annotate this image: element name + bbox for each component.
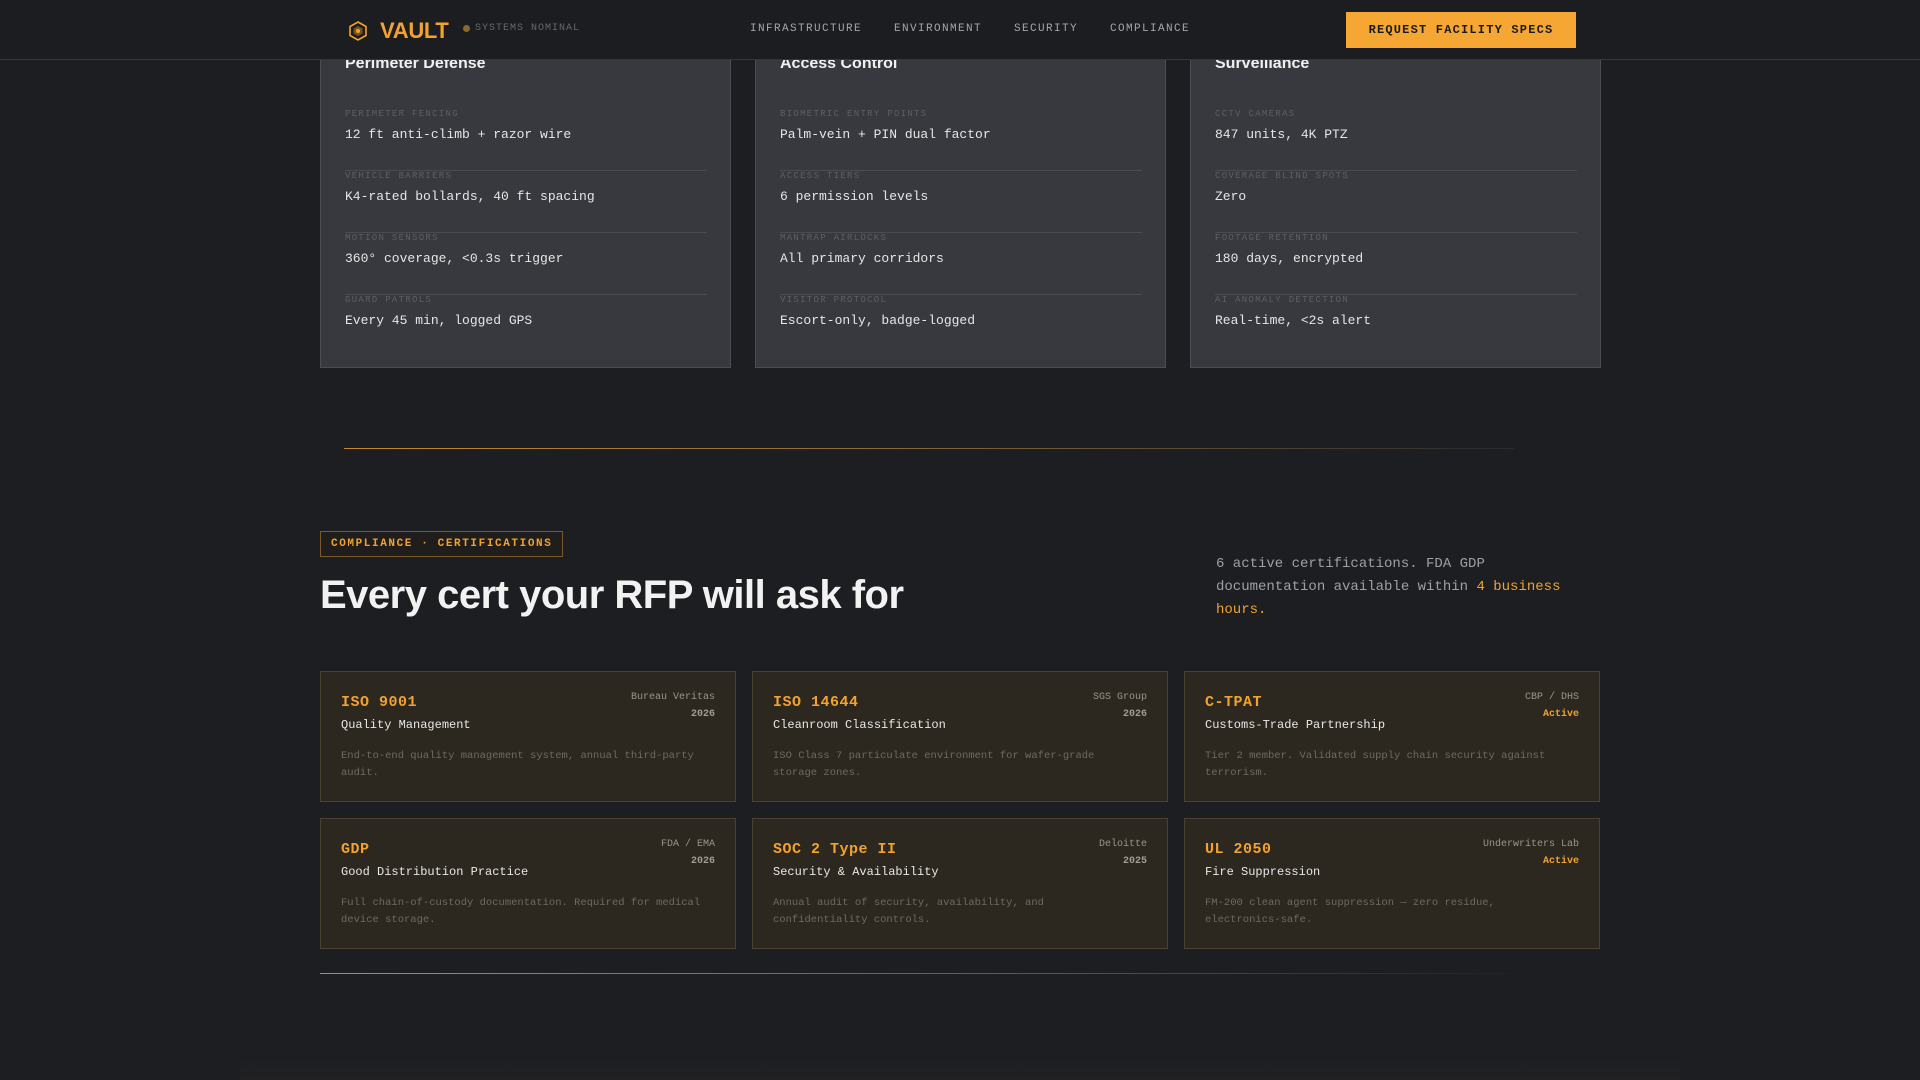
system-status: SYSTEMS NOMINAL [463, 23, 580, 34]
spec-value: 12 ft anti-climb + razor wire [345, 127, 572, 142]
spec-label: PERIMETER FENCING [345, 109, 459, 119]
spec-label: AI ANOMALY DETECTION [1215, 295, 1350, 305]
cert-code: ISO 9001 [341, 694, 418, 711]
next-section-edge [240, 1055, 1680, 1080]
cert-issuer: Bureau Veritas [630, 692, 715, 703]
section-divider [344, 448, 1514, 449]
status-dot-icon [463, 25, 470, 32]
spec-value: All primary corridors [780, 251, 944, 266]
intro-text: 6 active certifications. FDA GDP documen… [1216, 556, 1485, 595]
spec-label: VEHICLE BARRIERS [345, 171, 453, 181]
security-card-access: Access Control BIOMETRIC ENTRY POINTS Pal… [755, 30, 1166, 368]
cert-name: Cleanroom Classification [773, 718, 946, 732]
spec-value: K4-rated bollards, 40 ft spacing [345, 189, 595, 204]
spec-label: CCTV CAMERAS [1215, 109, 1296, 119]
section-tag: COMPLIANCE · CERTIFICATIONS [320, 531, 564, 557]
nav-link-infrastructure[interactable]: INFRASTRUCTURE [750, 23, 862, 35]
cert-card-iso-14644: ISO 14644 Cleanroom Classification SGS G… [752, 671, 1168, 802]
cert-year: 2026 [690, 709, 715, 720]
security-card-surveillance: Surveillance CCTV CAMERAS 847 units, 4K P… [1190, 30, 1601, 368]
section-heading: Every cert your RFP will ask for [320, 573, 904, 617]
spec-label: VISITOR PROTOCOL [780, 295, 888, 305]
spec-value: Zero [1215, 189, 1247, 204]
cert-card-gdp: GDP Good Distribution Practice FDA / EMA… [320, 818, 736, 949]
cert-card-ul-2050: UL 2050 Fire Suppression Underwriters La… [1184, 818, 1600, 949]
spec-value: 360° coverage, <0.3s trigger [345, 251, 564, 266]
cert-issuer: FDA / EMA [660, 839, 715, 850]
cert-code: GDP [341, 841, 370, 858]
cert-card-c-tpat: C-TPAT Customs-Trade Partnership CBP / D… [1184, 671, 1600, 802]
cert-issuer: SGS Group [1092, 692, 1147, 703]
spec-row: PERIMETER FENCING 12 ft anti-climb + razo… [345, 109, 707, 171]
nav-link-environment[interactable]: ENVIRONMENT [894, 23, 982, 35]
section-divider [320, 973, 1520, 974]
spec-label: COVERAGE BLIND SPOTS [1215, 171, 1350, 181]
section-intro: 6 active certifications. FDA GDP documen… [1216, 553, 1576, 622]
cert-name: Customs-Trade Partnership [1205, 718, 1386, 732]
spec-value: Escort-only, badge-logged [780, 313, 976, 328]
cert-name: Good Distribution Practice [341, 865, 529, 879]
spec-label: GUARD PATROLS [345, 295, 433, 305]
spec-row: FOOTAGE RETENTION 180 days, encrypted [1215, 233, 1577, 295]
cert-issuer: Deloitte [1098, 839, 1147, 850]
cert-code: SOC 2 Type II [773, 841, 897, 858]
spec-row: BIOMETRIC ENTRY POINTS Palm-vein + PIN du… [780, 109, 1142, 171]
spec-label: ACCESS TIERS [780, 171, 861, 181]
spec-row: VEHICLE BARRIERS K4-rated bollards, 40 ft… [345, 171, 707, 233]
cert-code: ISO 14644 [773, 694, 859, 711]
cert-code: C-TPAT [1205, 694, 1263, 711]
cert-status: Active [1542, 709, 1579, 720]
cert-description: FM-200 clean agent suppression — zero re… [1205, 897, 1495, 926]
spec-value: Palm-vein + PIN dual factor [780, 127, 991, 142]
spec-row: AI ANOMALY DETECTION Real-time, <2s alert [1215, 295, 1577, 357]
spec-row: CCTV CAMERAS 847 units, 4K PTZ [1215, 109, 1577, 171]
cert-year: 2025 [1122, 856, 1147, 867]
nav-link-security[interactable]: SECURITY [1014, 23, 1078, 35]
brand-name: VAULT [380, 18, 449, 43]
cert-description: Annual audit of security, availability, … [773, 897, 1044, 926]
cert-issuer: Underwriters Lab [1482, 839, 1579, 850]
vault-logo-icon [349, 21, 367, 41]
spec-value: Real-time, <2s alert [1215, 313, 1372, 328]
nav-links: INFRASTRUCTURE ENVIRONMENT SECURITY COMP… [750, 23, 1222, 35]
spec-label: MANTRAP AIRLOCKS [780, 233, 888, 243]
cert-issuer: CBP / DHS [1524, 692, 1579, 703]
cert-name: Fire Suppression [1205, 865, 1321, 879]
spec-label: FOOTAGE RETENTION [1215, 233, 1329, 243]
nav-link-compliance[interactable]: COMPLIANCE [1110, 23, 1190, 35]
request-facility-specs-button[interactable]: REQUEST FACILITY SPECS [1346, 12, 1576, 48]
cert-description: Full chain-of-custody documentation. Req… [341, 897, 701, 926]
spec-label: MOTION SENSORS [345, 233, 439, 243]
spec-row: MANTRAP AIRLOCKS All primary corridors [780, 233, 1142, 295]
spec-value: 847 units, 4K PTZ [1215, 127, 1348, 142]
top-nav: VAULT SYSTEMS NOMINAL INFRASTRUCTURE ENV… [0, 0, 1920, 60]
cert-card-soc-2: SOC 2 Type II Security & Availability De… [752, 818, 1168, 949]
cert-description: ISO Class 7 particulate environment for … [773, 750, 1095, 779]
spec-row: COVERAGE BLIND SPOTS Zero [1215, 171, 1577, 233]
spec-row: VISITOR PROTOCOL Escort-only, badge-logge… [780, 295, 1142, 357]
cert-code: UL 2050 [1205, 841, 1272, 858]
cert-card-iso-9001: ISO 9001 Quality Management Bureau Verit… [320, 671, 736, 802]
brand-logo[interactable]: VAULT [348, 18, 449, 44]
cert-name: Quality Management [341, 718, 471, 732]
spec-row: GUARD PATROLS Every 45 min, logged GPS [345, 295, 707, 357]
security-card-perimeter: Perimeter Defense PERIMETER FENCING 12 ft… [320, 30, 731, 368]
spec-row: MOTION SENSORS 360° coverage, <0.3s trigg… [345, 233, 707, 295]
status-text: SYSTEMS NOMINAL [475, 23, 581, 34]
spec-label: BIOMETRIC ENTRY POINTS [780, 109, 928, 119]
spec-value: Every 45 min, logged GPS [345, 313, 533, 328]
cert-year: 2026 [690, 856, 715, 867]
cert-status: Active [1542, 856, 1579, 867]
spec-value: 180 days, encrypted [1215, 251, 1364, 266]
spec-row: ACCESS TIERS 6 permission levels [780, 171, 1142, 233]
cert-description: End-to-end quality management system, an… [341, 750, 694, 779]
cert-name: Security & Availability [773, 865, 939, 879]
cert-year: 2026 [1122, 709, 1147, 720]
cert-description: Tier 2 member. Validated supply chain se… [1205, 750, 1546, 779]
spec-value: 6 permission levels [780, 189, 929, 204]
